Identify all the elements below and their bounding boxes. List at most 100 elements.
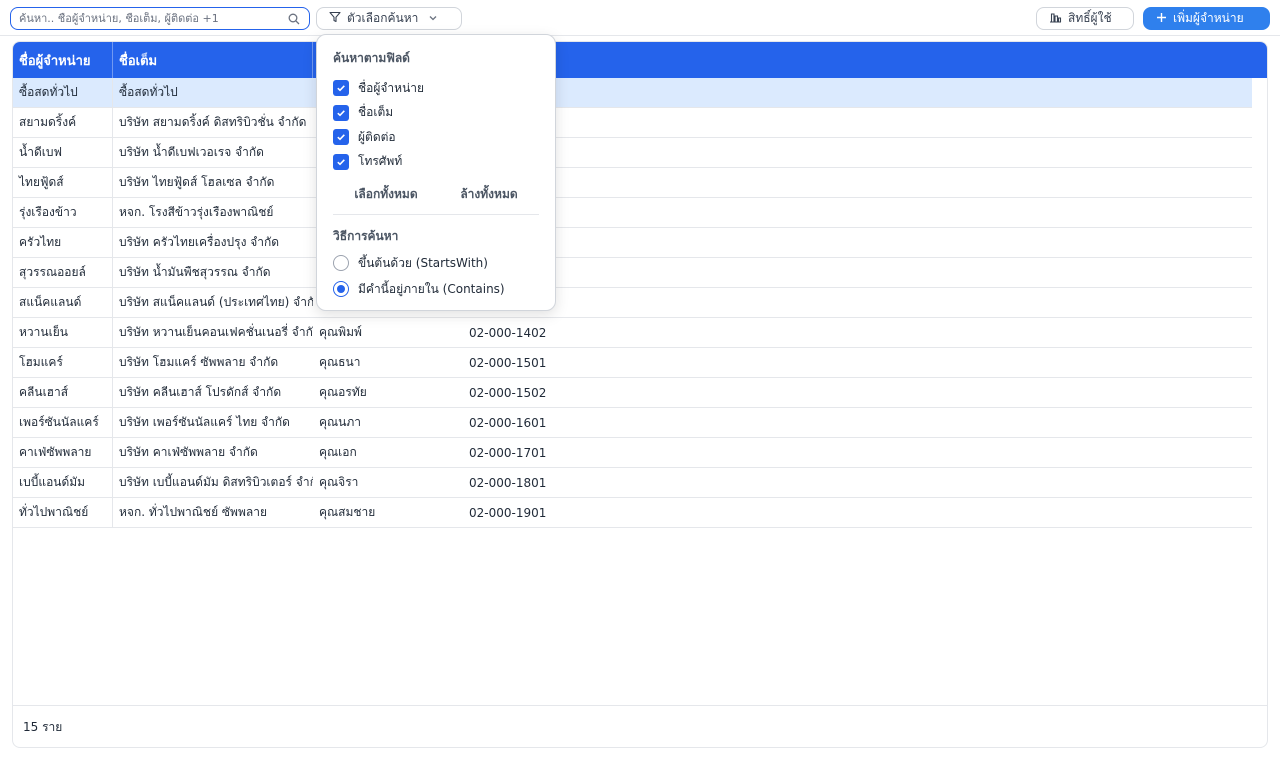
table-row[interactable]: ซื้อสดทั่วไป ซื้อสดทั่วไป: [13, 78, 1252, 108]
cell-contact: คุณอรทัย: [319, 385, 367, 399]
cell-phone: [463, 108, 1252, 137]
table-row[interactable]: สุวรรณออยล์ บริษัท น้ำมันพืชสุวรรณ จำกัด: [13, 258, 1252, 288]
search-options-button[interactable]: ตัวเลือกค้นหา: [316, 7, 462, 30]
cell-short-name: คลีนเฮาส์: [13, 378, 113, 407]
table-row[interactable]: ครัวไทย บริษัท ครัวไทยเครื่องปรุง จำกัด: [13, 228, 1252, 258]
cell-short-name: ครัวไทย: [13, 228, 113, 257]
checkbox-checked-icon[interactable]: [333, 104, 349, 121]
cell-short-name: เบบี้แอนด์มัม: [13, 468, 113, 497]
field-option-full-name[interactable]: ชื่อเต็ม: [333, 101, 539, 126]
add-supplier-button[interactable]: เพิ่มผู้จำหน่าย: [1143, 7, 1270, 30]
cell-short-name: รุ่งเรืองข้าว: [13, 198, 113, 227]
cell-phone: [463, 138, 1252, 167]
method-option-label: ขึ้นต้นด้วย (StartsWith): [358, 255, 488, 270]
method-option-starts-with[interactable]: ขึ้นต้นด้วย (StartsWith): [333, 250, 539, 276]
cell-phone: [463, 258, 1252, 287]
cell-short-name: ซื้อสดทั่วไป: [13, 78, 113, 107]
cell-short-name: หวานเย็น: [13, 318, 113, 347]
cell-short-name: สแน็คแลนด์: [13, 288, 113, 317]
radio-unselected-icon[interactable]: [333, 255, 349, 271]
cell-short-name: โฮมแคร์: [13, 348, 113, 377]
filter-icon: [329, 11, 341, 26]
search-options-panel: ค้นหาตามฟิลด์ ชื่อผู้จำหน่าย ชื่อเต็ม ผู…: [316, 34, 556, 311]
cell-phone: [463, 78, 1252, 107]
field-section-title: ค้นหาตามฟิลด์: [333, 51, 410, 65]
panel-divider: [333, 214, 539, 215]
table-row[interactable]: คาเฟ่ซัพพลาย บริษัท คาเฟ่ซัพพลาย จำกัด คุณ…: [13, 438, 1252, 468]
checkbox-checked-icon[interactable]: [333, 153, 349, 170]
column-header-full-name[interactable]: ชื่อเต็ม: [113, 42, 313, 78]
clear-all-button[interactable]: ล้างทั้งหมด: [460, 185, 517, 204]
search-icon[interactable]: [287, 12, 301, 26]
cell-contact: คุณพิมพ์: [319, 325, 362, 339]
method-option-contains[interactable]: มีคำนี้อยู่ภายใน (Contains): [333, 276, 539, 302]
table-header: ชื่อผู้จำหน่าย ชื่อเต็ม: [13, 42, 1252, 78]
table-row[interactable]: คลีนเฮาส์ บริษัท คลีนเฮาส์ โปรดักส์ จำกัด…: [13, 378, 1252, 408]
table-row[interactable]: เบบี้แอนด์มัม บริษัท เบบี้แอนด์มัม ดิสทริ…: [13, 468, 1252, 498]
cell-full-name: บริษัท ไทยฟู้ดส์ โฮลเซล จำกัด: [119, 175, 275, 189]
toolbar: ตัวเลือกค้นหา สิทธิ์ผู้ใช้ เพิ่มผู้จำหน่…: [0, 0, 1280, 36]
table-row[interactable]: ทั่วไปพาณิชย์ หจก. ทั่วไปพาณิชย์ ซัพพลาย ค…: [13, 498, 1252, 528]
table-row[interactable]: หวานเย็น บริษัท หวานเย็นคอนเฟคชั่นเนอรี่ …: [13, 318, 1252, 348]
cell-full-name: หจก. ทั่วไปพาณิชย์ ซัพพลาย: [119, 505, 267, 519]
field-actions: เลือกทั้งหมด ล้างทั้งหมด: [333, 182, 539, 206]
column-header-phone[interactable]: [463, 42, 1252, 78]
radio-selected-icon[interactable]: [333, 281, 349, 297]
cell-phone: 02-000-1501: [469, 355, 547, 370]
method-option-label: มีคำนี้อยู่ภายใน (Contains): [358, 281, 505, 296]
cell-contact: คุณจิรา: [319, 475, 359, 489]
cell-full-name: ซื้อสดทั่วไป: [119, 85, 178, 99]
field-option-phone[interactable]: โทรศัพท์: [333, 150, 539, 175]
supplier-table: ชื่อผู้จำหน่าย ชื่อเต็ม ซื้อสดทั่วไป ซื้อ…: [12, 41, 1268, 748]
cell-full-name: หจก. โรงสีข้าวรุ่งเรืองพาณิชย์: [119, 205, 274, 219]
table-row[interactable]: ไทยฟู้ดส์ บริษัท ไทยฟู้ดส์ โฮลเซล จำกัด: [13, 168, 1252, 198]
cell-phone: 02-000-1402: [469, 325, 547, 340]
table-row[interactable]: เพอร์ซันนัลแคร์ บริษัท เพอร์ซันนัลแคร์ ไท…: [13, 408, 1252, 438]
cell-phone: 02-000-1901: [469, 505, 547, 520]
cell-phone: [463, 168, 1252, 197]
field-option-contact[interactable]: ผู้ติดต่อ: [333, 125, 539, 150]
add-supplier-label: เพิ่มผู้จำหน่าย: [1173, 11, 1244, 25]
cell-full-name: บริษัท สแน็คแลนด์ (ประเทศไทย) จำกัด: [119, 295, 313, 309]
cell-phone: [463, 288, 1252, 317]
cell-phone: 02-000-1801: [469, 475, 547, 490]
cell-full-name: บริษัท น้ำดีเบฟเวอเรจ จำกัด: [119, 145, 264, 159]
cell-contact: คุณสมชาย: [319, 505, 376, 519]
checkbox-checked-icon[interactable]: [333, 80, 349, 97]
select-all-button[interactable]: เลือกทั้งหมด: [354, 185, 417, 204]
table-row[interactable]: สแน็คแลนด์ บริษัท สแน็คแลนด์ (ประเทศไทย) …: [13, 288, 1252, 318]
plus-icon: [1156, 12, 1167, 26]
checkbox-checked-icon[interactable]: [333, 129, 349, 146]
cell-full-name: บริษัท หวานเย็นคอนเฟคชั่นเนอรี่ จำกัด: [119, 325, 313, 339]
field-option-label: โทรศัพท์: [358, 154, 403, 169]
cell-full-name: บริษัท เบบี้แอนด์มัม ดิสทริบิวเตอร์ จำกั…: [119, 475, 313, 489]
field-option-label: ชื่อเต็ม: [358, 105, 394, 120]
cell-short-name: สยามดริ้งค์: [13, 108, 113, 137]
table-row[interactable]: โฮมแคร์ บริษัท โฮมแคร์ ซัพพลาย จำกัด คุณธน…: [13, 348, 1252, 378]
cell-short-name: คาเฟ่ซัพพลาย: [13, 438, 113, 467]
cell-short-name: ทั่วไปพาณิชย์: [13, 498, 113, 527]
method-section-title: วิธีการค้นหา: [333, 229, 399, 243]
search-input[interactable]: [19, 12, 287, 25]
cell-short-name: เพอร์ซันนัลแคร์: [13, 408, 113, 437]
table-row[interactable]: รุ่งเรืองข้าว หจก. โรงสีข้าวรุ่งเรืองพาณิ…: [13, 198, 1252, 228]
search-options-label: ตัวเลือกค้นหา: [347, 11, 419, 25]
column-header-short-name[interactable]: ชื่อผู้จำหน่าย: [13, 42, 113, 78]
field-option-short-name[interactable]: ชื่อผู้จำหน่าย: [333, 76, 539, 101]
cell-full-name: บริษัท น้ำมันพืชสุวรรณ จำกัด: [119, 265, 271, 279]
cell-full-name: บริษัท สยามดริ้งค์ ดิสทริบิวชั่น จำกัด: [119, 115, 307, 129]
cell-full-name: บริษัท คลีนเฮาส์ โปรดักส์ จำกัด: [119, 385, 282, 399]
user-permission-label: สิทธิ์ผู้ใช้: [1068, 11, 1112, 25]
table-row[interactable]: น้ำดีเบฟ บริษัท น้ำดีเบฟเวอเรจ จำกัด: [13, 138, 1252, 168]
cell-short-name: น้ำดีเบฟ: [13, 138, 113, 167]
table-row[interactable]: สยามดริ้งค์ บริษัท สยามดริ้งค์ ดิสทริบิวช…: [13, 108, 1252, 138]
search-box[interactable]: [10, 7, 310, 30]
cell-full-name: บริษัท เพอร์ซันนัลแคร์ ไทย จำกัด: [119, 415, 290, 429]
cell-phone: [463, 198, 1252, 227]
cell-contact: คุณเอก: [319, 445, 357, 459]
user-permission-button[interactable]: สิทธิ์ผู้ใช้: [1036, 7, 1134, 30]
chevron-down-icon: [428, 12, 438, 26]
cell-short-name: สุวรรณออยล์: [13, 258, 113, 287]
cell-full-name: บริษัท ครัวไทยเครื่องปรุง จำกัด: [119, 235, 280, 249]
cell-full-name: บริษัท คาเฟ่ซัพพลาย จำกัด: [119, 445, 258, 459]
